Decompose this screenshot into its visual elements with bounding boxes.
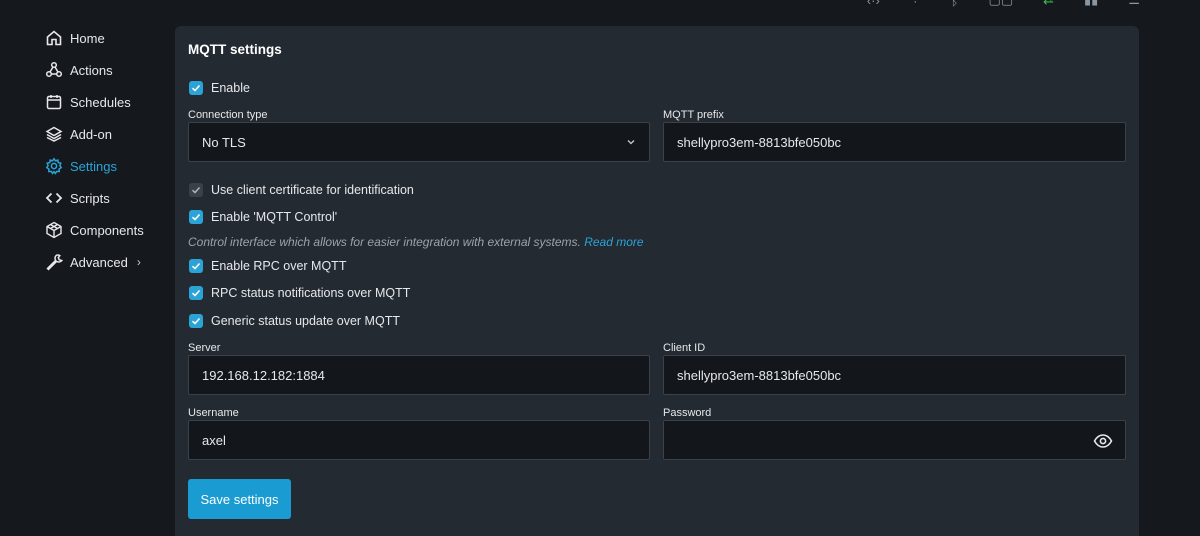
grid-icon[interactable]: ▢▢: [989, 0, 1014, 8]
mqtt-control-label: Enable 'MQTT Control': [211, 210, 338, 224]
sidebar-item-scripts[interactable]: Scripts: [45, 182, 185, 214]
sidebar-item-home[interactable]: Home: [45, 22, 185, 54]
username-input[interactable]: axel: [188, 420, 650, 460]
chevron-down-icon: [627, 140, 635, 145]
sidebar-item-label: Scripts: [70, 190, 110, 206]
mqtt-prefix-input[interactable]: shellypro3em-8813bfe050bc: [663, 122, 1126, 162]
rpc-label: Enable RPC over MQTT: [211, 259, 347, 273]
client-cert-checkbox-row[interactable]: Use client certificate for identificatio…: [189, 182, 414, 198]
connection-type-value: No TLS: [202, 134, 246, 150]
sidebar-item-label: Schedules: [70, 94, 131, 110]
sidebar-item-components[interactable]: Components: [45, 214, 185, 246]
network-icon[interactable]: ⁘: [910, 0, 921, 8]
home-icon: [45, 29, 63, 47]
mqtt-prefix-label: MQTT prefix: [663, 109, 724, 121]
sidebar-item-schedules[interactable]: Schedules: [45, 86, 185, 118]
enable-checkbox[interactable]: [189, 81, 203, 95]
top-toolbar: ‹·› ⁘ ᛒ ▢▢ ⇄ ▮▮ ☰: [867, 0, 1140, 8]
code-icon: [45, 189, 63, 207]
components-icon: [45, 221, 63, 239]
sidebar-item-actions[interactable]: Actions: [45, 54, 185, 86]
check-icon: [191, 289, 201, 297]
sync-icon[interactable]: ⇄: [1043, 0, 1054, 8]
connection-type-label: Connection type: [188, 109, 268, 121]
client-id-label: Client ID: [663, 342, 706, 354]
check-icon: [191, 84, 201, 92]
sidebar-item-label: Components: [70, 222, 144, 238]
rpc-status-checkbox-row[interactable]: RPC status notifications over MQTT: [189, 285, 410, 301]
bluetooth-icon[interactable]: ᛒ: [951, 0, 959, 8]
mqtt-prefix-value: shellypro3em-8813bfe050bc: [677, 134, 842, 150]
gear-icon: [45, 157, 63, 175]
save-settings-button[interactable]: Save settings: [188, 479, 291, 519]
menu-icon[interactable]: ☰: [1128, 0, 1140, 8]
hint-text: Control interface which allows for easie…: [188, 235, 581, 249]
rpc-checkbox[interactable]: [189, 259, 203, 273]
sidebar-item-add-on[interactable]: Add-on: [45, 118, 185, 150]
mqtt-control-checkbox-row[interactable]: Enable 'MQTT Control': [189, 209, 337, 225]
username-label: Username: [188, 407, 239, 419]
check-icon: [191, 317, 201, 325]
chevron-right-icon: ›: [136, 255, 141, 269]
check-icon: [191, 262, 201, 270]
check-icon: [191, 213, 201, 221]
password-input[interactable]: [663, 420, 1126, 460]
wrench-icon: [45, 253, 63, 271]
sidebar-item-advanced[interactable]: Advanced ›: [45, 246, 185, 278]
sidebar-item-label: Settings: [70, 158, 117, 174]
server-label: Server: [188, 342, 221, 354]
eye-icon[interactable]: [1093, 432, 1113, 450]
sidebar-item-label: Home: [70, 30, 105, 46]
sidebar-item-label: Actions: [70, 62, 113, 78]
client-id-input[interactable]: shellypro3em-8813bfe050bc: [663, 355, 1126, 395]
generic-status-checkbox[interactable]: [189, 314, 203, 328]
actions-icon: [45, 61, 63, 79]
client-id-value: shellypro3em-8813bfe050bc: [677, 367, 842, 383]
code-toggle-icon[interactable]: ‹·›: [867, 0, 880, 8]
rpc-status-label: RPC status notifications over MQTT: [211, 286, 411, 300]
signal-icon[interactable]: ▮▮: [1084, 0, 1098, 8]
page-title: MQTT settings: [188, 42, 282, 57]
layers-icon: [45, 125, 63, 143]
client-cert-checkbox[interactable]: [189, 183, 203, 197]
mqtt-control-checkbox[interactable]: [189, 210, 203, 224]
connection-type-select[interactable]: No TLS: [188, 122, 650, 162]
sidebar-item-settings[interactable]: Settings: [45, 150, 185, 182]
calendar-icon: [45, 93, 63, 111]
server-value: 192.168.12.182:1884: [202, 367, 325, 383]
enable-checkbox-row[interactable]: Enable: [189, 80, 250, 96]
rpc-checkbox-row[interactable]: Enable RPC over MQTT: [189, 258, 346, 274]
mqtt-control-hint: Control interface which allows for easie…: [188, 235, 644, 249]
rpc-status-checkbox[interactable]: [189, 286, 203, 300]
sidebar-item-label: Add-on: [70, 126, 112, 142]
username-value: axel: [202, 432, 226, 448]
sidebar: Home Actions Schedules Add-on Settings S…: [45, 22, 185, 278]
server-input[interactable]: 192.168.12.182:1884: [188, 355, 650, 395]
generic-status-checkbox-row[interactable]: Generic status update over MQTT: [189, 313, 400, 329]
check-icon: [191, 186, 201, 194]
client-cert-label: Use client certificate for identificatio…: [211, 183, 414, 197]
mqtt-settings-card: MQTT settings Enable Connection type No …: [175, 26, 1139, 536]
sidebar-item-label: Advanced: [70, 254, 128, 270]
enable-label: Enable: [211, 81, 250, 95]
generic-status-label: Generic status update over MQTT: [211, 314, 400, 328]
read-more-link[interactable]: Read more: [584, 235, 643, 249]
password-label: Password: [663, 407, 712, 419]
